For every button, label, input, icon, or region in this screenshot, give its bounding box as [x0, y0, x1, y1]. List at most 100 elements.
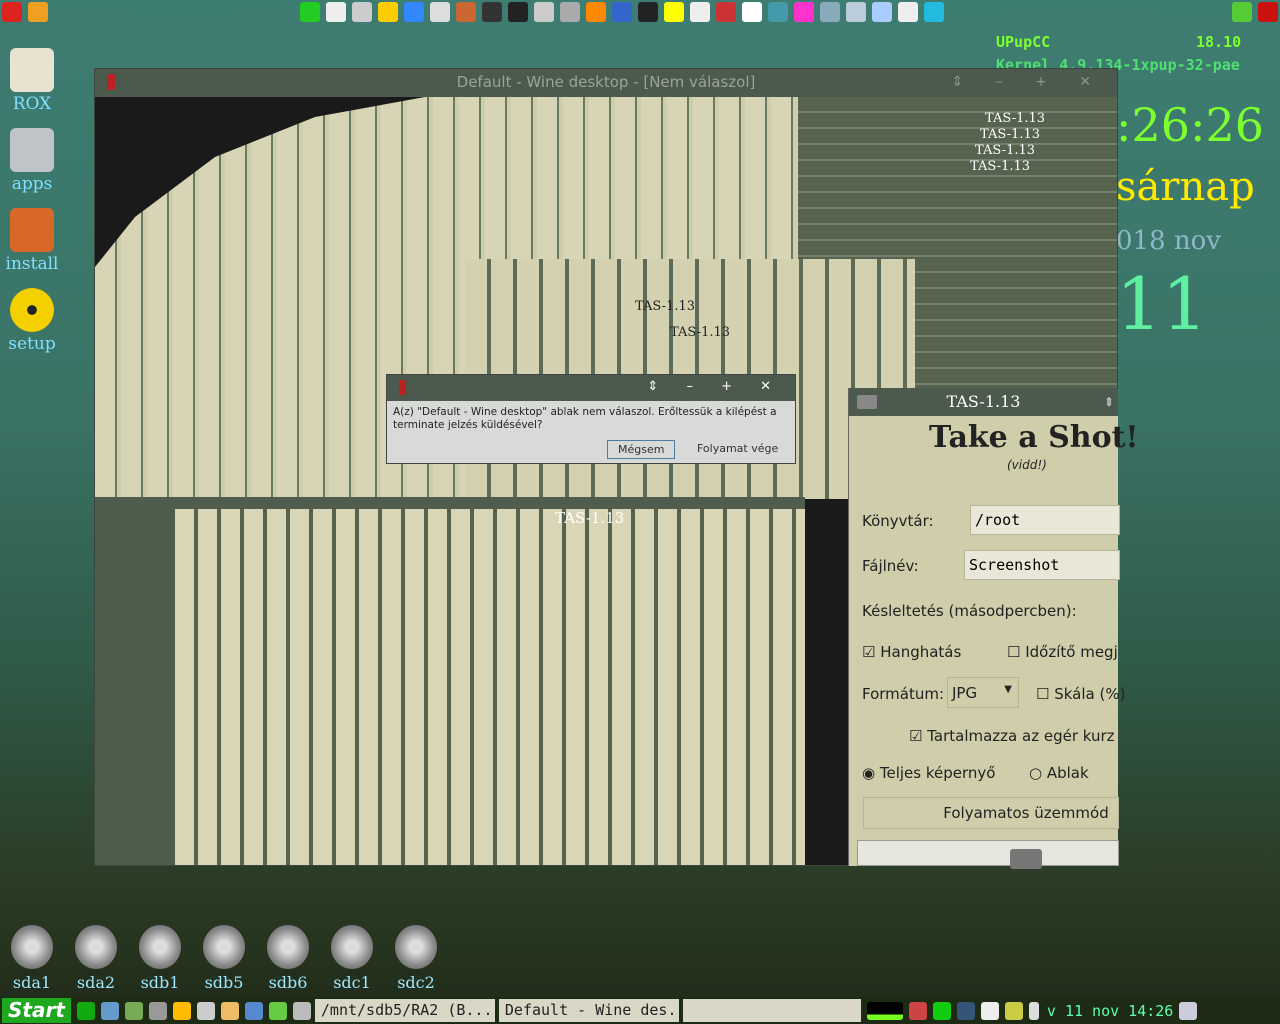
drive-icon-sda2[interactable]: sda2 — [68, 925, 124, 992]
format-value: JPG — [952, 684, 978, 702]
launcher-icon[interactable] — [768, 2, 788, 22]
dialog-titlebar[interactable]: ⇕ – + ✕ — [387, 375, 795, 401]
task-button-blank[interactable] — [682, 999, 861, 1022]
launcher-icon[interactable] — [326, 2, 346, 22]
power-icon[interactable] — [1258, 2, 1278, 22]
launcher-icon[interactable] — [612, 2, 632, 22]
launcher-icon[interactable] — [690, 2, 710, 22]
monitor-icon[interactable] — [196, 1001, 215, 1020]
dir-input[interactable] — [970, 505, 1120, 535]
tas-title: TAS-1.13 — [946, 392, 1021, 411]
sound-checkbox[interactable]: ☑ Hanghatás — [862, 643, 961, 661]
tas-subheading: (vidd!) — [1007, 458, 1047, 472]
drive-label: sda2 — [76, 973, 116, 992]
filename-input[interactable] — [964, 550, 1120, 580]
firewall-icon[interactable] — [908, 1001, 927, 1020]
trail-title: TAS-1.13 — [670, 325, 731, 340]
drive-icon-sdb6[interactable]: sdb6 — [260, 925, 316, 992]
taskbar-clock[interactable]: v 11 nov 14:26 — [1047, 1002, 1173, 1020]
launcher-icon[interactable] — [300, 2, 320, 22]
drive-icon-sdc2[interactable]: sdc2 — [388, 925, 444, 992]
drive-icon-sdb1[interactable]: sdb1 — [132, 925, 188, 992]
drive-icon-sdb5[interactable]: sdb5 — [196, 925, 252, 992]
timer-checkbox[interactable]: ☐ Időzítő megj — [1007, 643, 1118, 661]
launcher-icon[interactable] — [638, 2, 658, 22]
launcher-icon[interactable] — [378, 2, 398, 22]
task-button-wine[interactable]: Default - Wine des... — [498, 999, 679, 1022]
launcher-icon[interactable] — [664, 2, 684, 22]
file-label: Fájlnév: — [862, 557, 919, 575]
desktop-icon-apps[interactable]: apps — [2, 128, 62, 194]
calculator-icon[interactable] — [244, 1001, 263, 1020]
scale-checkbox[interactable]: ☐ Skála (%) — [1036, 685, 1125, 703]
launcher-icon[interactable] — [820, 2, 840, 22]
drive-label: sdb5 — [204, 973, 244, 992]
continuous-mode-button[interactable]: Folyamatos üzemmód — [863, 797, 1119, 829]
power-icon[interactable] — [76, 1001, 95, 1020]
thermometer-icon[interactable] — [1028, 1001, 1039, 1020]
taskbar: Start /mnt/sdb5/RA2 (B... Default - Wine… — [0, 997, 1280, 1024]
hard-drive-icon — [267, 925, 309, 969]
cursor-checkbox[interactable]: ☑ Tartalmazza az egér kurz — [909, 727, 1115, 745]
task-button-rox[interactable]: /mnt/sdb5/RA2 (B... — [314, 999, 495, 1022]
end-process-button[interactable]: Folyamat vége — [687, 440, 788, 457]
launcher-icon[interactable] — [352, 2, 372, 22]
network-card-icon[interactable] — [124, 1001, 143, 1020]
clipboard-icon[interactable] — [980, 1001, 999, 1020]
camera-icon — [857, 395, 877, 409]
broom-icon[interactable] — [220, 1001, 239, 1020]
fullscreen-label: Teljes képernyő — [879, 764, 996, 782]
fullscreen-radio[interactable]: ◉ Teljes képernyő — [862, 764, 995, 782]
puzzle-icon[interactable] — [1232, 2, 1252, 22]
eraser-icon[interactable] — [292, 1001, 311, 1020]
launcher-icon[interactable] — [560, 2, 580, 22]
top-launcher-bar — [300, 0, 944, 24]
launcher-icon[interactable] — [794, 2, 814, 22]
desktop-switch-icon[interactable] — [1179, 1001, 1198, 1020]
hard-drive-icon — [331, 925, 373, 969]
launcher-icon[interactable] — [924, 2, 944, 22]
volume-icon[interactable] — [1004, 1001, 1023, 1020]
launcher-icon[interactable] — [846, 2, 866, 22]
window-titlebar[interactable]: Default - Wine desktop - [Nem válaszol] … — [95, 69, 1117, 97]
gear-icon[interactable] — [172, 1001, 191, 1020]
resize-icon[interactable]: ⇕ — [1104, 388, 1114, 416]
desktop-icon-rox[interactable]: ROX — [2, 48, 62, 114]
launcher-icon[interactable] — [404, 2, 424, 22]
network-icon[interactable] — [956, 1001, 975, 1020]
window-radio[interactable]: ○ Ablak — [1029, 764, 1089, 782]
cpu-monitor-icon[interactable] — [866, 1001, 903, 1020]
launcher-icon[interactable] — [586, 2, 606, 22]
launcher-icon[interactable] — [742, 2, 762, 22]
tas-titlebar[interactable]: TAS-1.13 ⇕ — [849, 388, 1118, 416]
conky-daynum: 11 — [1116, 262, 1208, 346]
search-icon[interactable] — [148, 1001, 167, 1020]
settings-icon[interactable] — [100, 1001, 119, 1020]
launcher-icon[interactable] — [508, 2, 528, 22]
launcher-icon[interactable] — [430, 2, 450, 22]
trail-title: TAS-1.13 — [985, 111, 1046, 126]
update-icon[interactable] — [28, 2, 48, 22]
launcher-icon[interactable] — [716, 2, 736, 22]
start-button[interactable]: Start — [2, 998, 71, 1023]
desktop-icon-setup[interactable]: setup — [2, 288, 62, 354]
icon-label: ROX — [12, 94, 52, 114]
conky-day: sárnap — [1116, 164, 1255, 210]
battery-icon[interactable] — [932, 1001, 951, 1020]
edit-icon[interactable] — [268, 1001, 287, 1020]
take-shot-button[interactable] — [857, 840, 1119, 869]
cancel-button[interactable]: Mégsem — [607, 440, 676, 459]
shutdown-icon[interactable] — [2, 2, 22, 22]
launcher-icon[interactable] — [482, 2, 502, 22]
radiation-icon — [10, 288, 54, 332]
launcher-icon[interactable] — [872, 2, 892, 22]
drive-icon-sdc1[interactable]: sdc1 — [324, 925, 380, 992]
window-controls[interactable]: ⇕ – + ✕ — [951, 69, 1105, 95]
launcher-icon[interactable] — [898, 2, 918, 22]
drive-icon-sda1[interactable]: sda1 — [4, 925, 60, 992]
launcher-icon[interactable] — [534, 2, 554, 22]
dialog-controls[interactable]: ⇕ – + ✕ — [647, 379, 783, 394]
launcher-icon[interactable] — [456, 2, 476, 22]
desktop-icon-install[interactable]: install — [2, 208, 62, 274]
format-select[interactable]: JPG ▼ — [947, 677, 1019, 708]
